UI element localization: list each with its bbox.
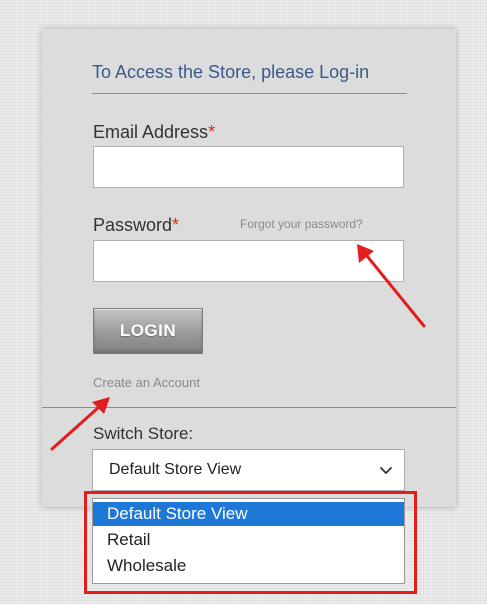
email-label: Email Address*	[93, 122, 215, 143]
store-select-value: Default Store View	[109, 461, 242, 478]
create-account-link[interactable]: Create an Account	[93, 375, 200, 390]
password-label: Password*	[93, 215, 179, 236]
store-option-default[interactable]: Default Store View	[93, 502, 404, 526]
section-divider	[42, 407, 456, 408]
switch-store-label: Switch Store:	[93, 424, 194, 443]
store-option-retail[interactable]: Retail	[93, 528, 404, 552]
store-option-wholesale[interactable]: Wholesale	[93, 554, 404, 578]
password-required-mark: *	[172, 215, 180, 235]
login-button[interactable]: LOGIN	[93, 308, 203, 354]
email-label-text: Email Address	[93, 122, 209, 142]
password-label-text: Password	[93, 215, 173, 235]
chevron-down-icon	[380, 467, 392, 474]
email-field[interactable]	[93, 146, 404, 188]
password-field[interactable]	[93, 240, 404, 282]
forgot-password-link[interactable]: Forgot your password?	[240, 217, 363, 231]
login-panel: To Access the Store, please Log-in Email…	[42, 29, 456, 507]
email-required-mark: *	[208, 122, 216, 142]
title-divider	[92, 93, 407, 94]
store-dropdown-list: Default Store View Retail Wholesale	[92, 498, 405, 584]
panel-title: To Access the Store, please Log-in	[92, 62, 370, 82]
store-select[interactable]: Default Store View	[92, 449, 405, 491]
